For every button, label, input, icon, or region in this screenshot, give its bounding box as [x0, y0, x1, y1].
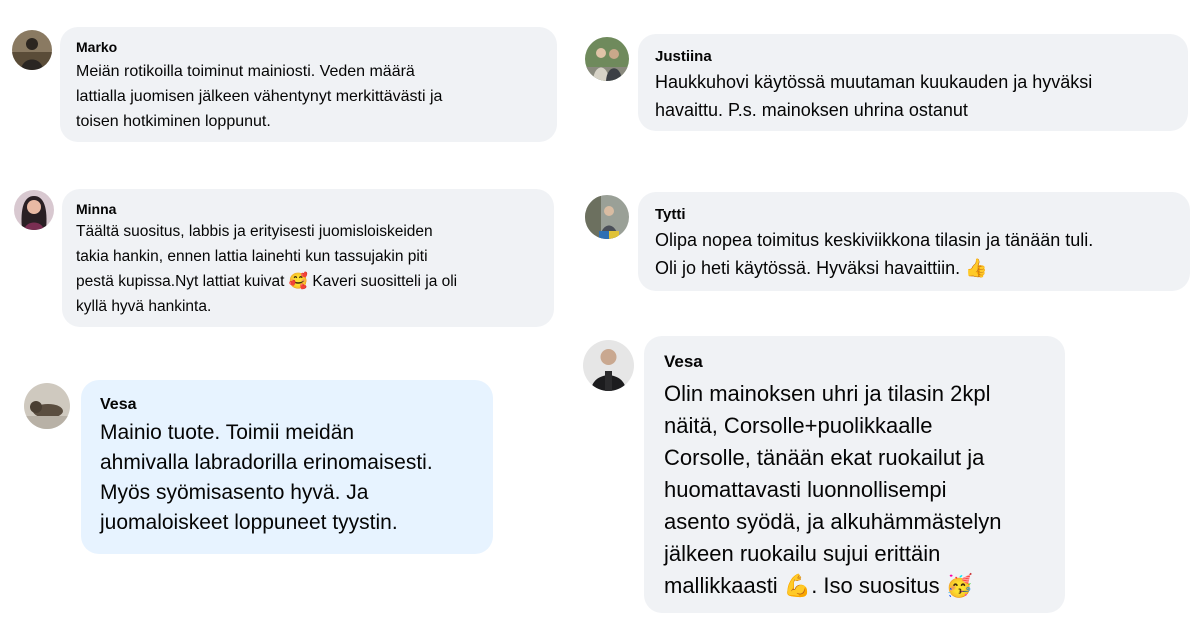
comment-bubble-highlighted: Vesa Mainio tuote. Toimii meidän ahmival…	[81, 380, 493, 554]
profile-photo-person-icon	[585, 195, 629, 239]
profile-photo-person-icon	[583, 340, 634, 391]
profile-photo-dog-icon	[24, 383, 70, 429]
profile-photo-person-icon	[12, 30, 52, 70]
commenter-name[interactable]: Tytti	[655, 206, 1173, 223]
profile-photo-people-icon	[585, 37, 629, 81]
commenter-name[interactable]: Marko	[76, 39, 541, 55]
commenter-name[interactable]: Minna	[76, 201, 540, 217]
avatar-tytti[interactable]	[585, 195, 629, 239]
comment-text: Meiän rotikoilla toiminut mainiosti. Ved…	[76, 63, 443, 130]
commenter-name[interactable]: Justiina	[655, 48, 1171, 65]
comment-bubble: Marko Meiän rotikoilla toiminut mainiost…	[60, 27, 557, 142]
commenter-name[interactable]: Vesa	[100, 396, 474, 414]
comment-text: Täältä suositus, labbis ja erityisesti j…	[76, 223, 458, 315]
comment-bubble: Tytti Olipa nopea toimitus keskiviikkona…	[638, 192, 1190, 291]
comment-bubble: Vesa Olin mainoksen uhri ja tilasin 2kpl…	[644, 336, 1065, 613]
comment-text: Haukkuhovi käytössä muutaman kuukauden j…	[655, 72, 1093, 120]
comment-text: Olin mainoksen uhri ja tilasin 2kpl näit…	[664, 381, 1002, 598]
profile-photo-person-icon	[14, 190, 54, 230]
avatar-vesa-2[interactable]	[583, 340, 634, 391]
comment-bubble: Minna Täältä suositus, labbis ja erityis…	[62, 189, 554, 327]
avatar-marko[interactable]	[12, 30, 52, 70]
comment-text: Olipa nopea toimitus keskiviikkona tilas…	[655, 230, 1094, 278]
avatar-justiina[interactable]	[585, 37, 629, 81]
commenter-name[interactable]: Vesa	[664, 352, 1045, 372]
comment-bubble: Justiina Haukkuhovi käytössä muutaman ku…	[638, 34, 1188, 131]
comment-text: Mainio tuote. Toimii meidän ahmivalla la…	[100, 421, 433, 534]
avatar-vesa-1[interactable]	[24, 383, 70, 429]
avatar-minna[interactable]	[14, 190, 54, 230]
